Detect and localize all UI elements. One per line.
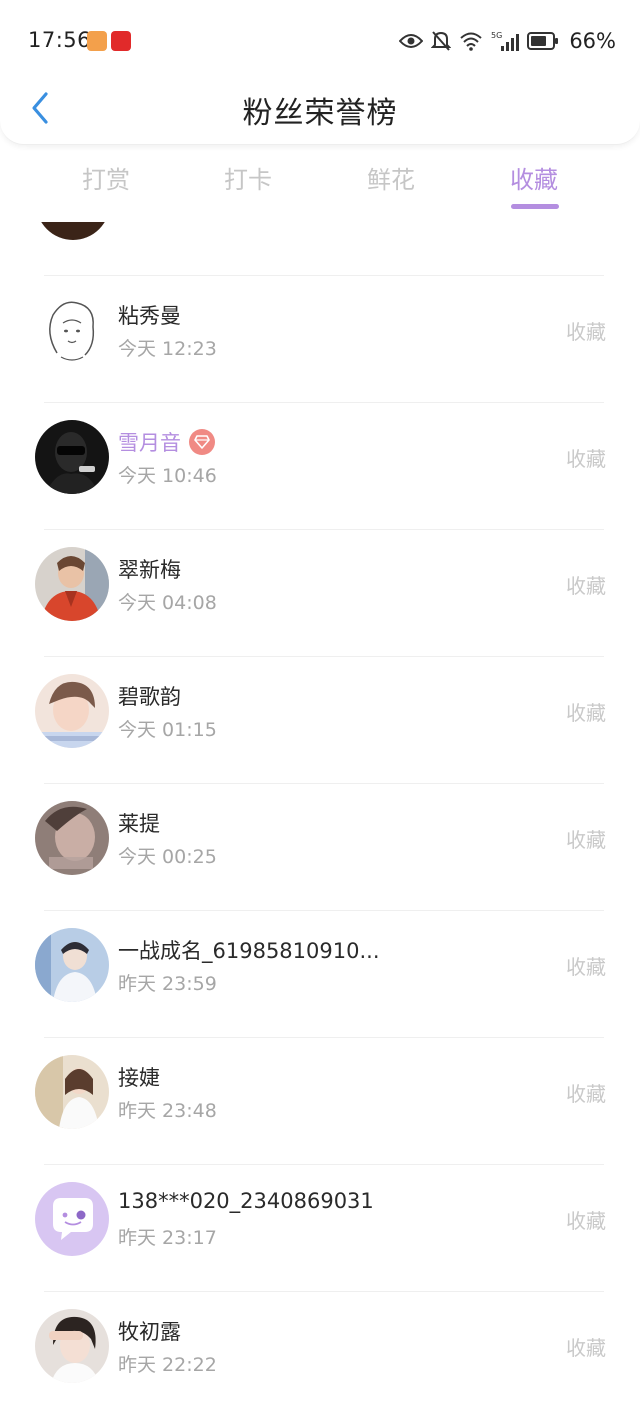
tab-flowers[interactable]: 鲜花: [336, 160, 446, 195]
favorite-label: 收藏: [566, 320, 606, 344]
list-item[interactable]: 粘秀曼 今天 12:23 收藏: [0, 276, 640, 403]
list-item[interactable]: 一战成名_61985810910... 昨天 23:59 收藏: [0, 911, 640, 1038]
eye-icon: [399, 33, 424, 49]
favorite-label: 收藏: [566, 701, 606, 725]
user-name: 138***020_2340869031: [118, 1189, 374, 1213]
list-item[interactable]: 翠新梅 今天 04:08 收藏: [0, 530, 640, 657]
bell-muted-icon: [431, 30, 452, 52]
tab-checkin[interactable]: 打卡: [193, 160, 303, 195]
tab-reward[interactable]: 打赏: [51, 160, 161, 195]
list-item[interactable]: 牧初露 昨天 22:22 收藏: [0, 1292, 640, 1415]
list-item[interactable]: 138***020_2340869031 昨天 23:17 收藏: [0, 1165, 640, 1292]
svg-text:5G: 5G: [491, 31, 502, 40]
sketch-girl-avatar[interactable]: [35, 293, 109, 367]
favorite-label: 收藏: [566, 574, 606, 598]
status-bar: 17:56 5G 66%: [0, 0, 640, 84]
user-name: 一战成名_61985810910...: [118, 939, 380, 963]
header-card: 17:56 5G 66% 粉丝荣誉榜: [0, 0, 640, 145]
tab-favorites[interactable]: 收藏: [479, 160, 589, 195]
fan-list[interactable]: 粘秀曼 今天 12:23 收藏 雪月音 今天 10:46 收藏 翠新梅 今天 0…: [0, 222, 640, 1415]
favorite-time: 昨天 22:22: [118, 1354, 217, 1376]
favorite-label: 收藏: [566, 955, 606, 979]
list-item[interactable]: 莱提 今天 00:25 收藏: [0, 784, 640, 911]
list-item[interactable]: 接婕 昨天 23:48 收藏: [0, 1038, 640, 1165]
favorite-time: 昨天 23:59: [118, 973, 217, 995]
girl-hand-avatar[interactable]: [35, 1309, 109, 1383]
favorite-label: 收藏: [566, 1209, 606, 1233]
user-name: 雪月音: [118, 431, 181, 455]
dark-masked-avatar[interactable]: [35, 420, 109, 494]
status-time: 17:56: [28, 28, 92, 52]
favorite-time: 今天 12:23: [118, 338, 217, 360]
active-tab-indicator: [511, 204, 559, 209]
5g-signal-icon: 5G: [491, 30, 520, 52]
battery-icon: [527, 32, 559, 50]
user-name: 粘秀曼: [118, 304, 181, 328]
user-name: 碧歌韵: [118, 685, 181, 709]
user-name: 莱提: [118, 812, 160, 836]
red-jacket-avatar[interactable]: [35, 547, 109, 621]
favorite-time: 今天 00:25: [118, 846, 217, 868]
favorite-label: 收藏: [566, 1336, 606, 1360]
chat-bubble-avatar[interactable]: [35, 1182, 109, 1256]
favorite-time: 今天 01:15: [118, 719, 217, 741]
list-item[interactable]: 雪月音 今天 10:46 收藏: [0, 403, 640, 530]
blurred-face-avatar[interactable]: [35, 801, 109, 875]
user-name: 接婕: [118, 1066, 160, 1090]
favorite-time: 昨天 23:48: [118, 1100, 217, 1122]
battery-percent: 66%: [569, 29, 616, 53]
favorite-time: 昨天 23:17: [118, 1227, 217, 1249]
favorite-label: 收藏: [566, 447, 606, 471]
portrait-avatar[interactable]: [35, 674, 109, 748]
girl-white-shirt-avatar[interactable]: [35, 1055, 109, 1129]
user-name: 牧初露: [118, 1320, 181, 1344]
notification-app-icon: [87, 31, 107, 51]
favorite-time: 今天 04:08: [118, 592, 217, 614]
favorite-time: 今天 10:46: [118, 465, 217, 487]
blue-portrait-avatar[interactable]: [35, 928, 109, 1002]
list-item[interactable]: [0, 222, 640, 276]
page-title: 粉丝荣誉榜: [242, 96, 398, 131]
tab-bar: 打赏 打卡 鲜花 收藏: [0, 144, 640, 222]
diamond-badge-icon: [189, 429, 215, 455]
user-name: 翠新梅: [118, 558, 181, 582]
list-item[interactable]: 碧歌韵 今天 01:15 收藏: [0, 657, 640, 784]
notification-app-icon: [111, 31, 131, 51]
status-indicators: 5G 66%: [399, 28, 616, 54]
wifi-icon: [459, 31, 483, 51]
favorite-label: 收藏: [566, 1082, 606, 1106]
avatar: [36, 222, 110, 240]
favorite-label: 收藏: [566, 828, 606, 852]
